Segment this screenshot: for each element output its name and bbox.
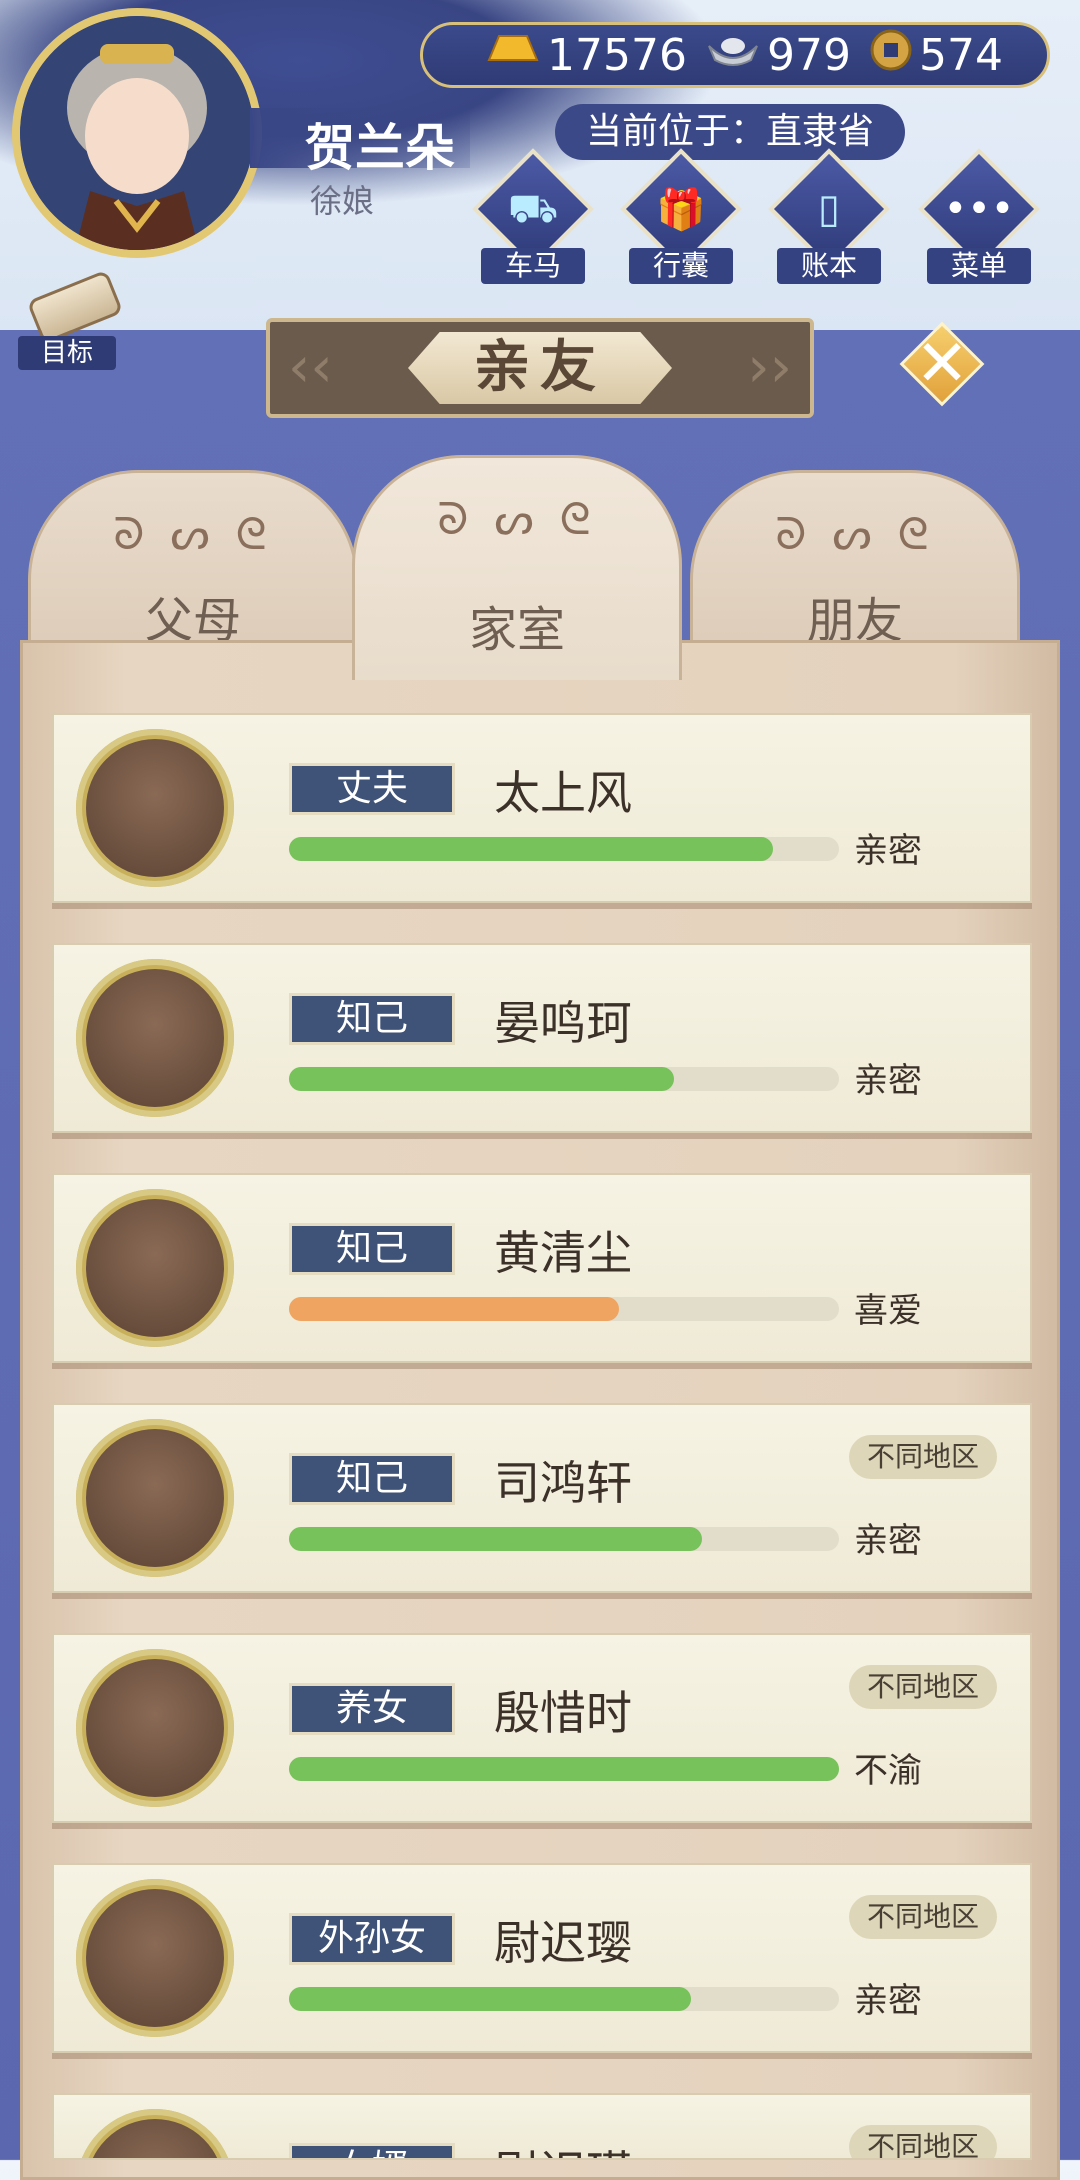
relation-badge: 外孙女 xyxy=(289,1913,455,1965)
affection-status: 亲密 xyxy=(854,1521,922,1561)
bundle-label: 行囊 xyxy=(629,248,733,284)
relation-badge: 知己 xyxy=(289,993,455,1045)
plaque-right-chevrons-icon: ›› xyxy=(747,335,792,400)
affection-status: 亲密 xyxy=(854,1981,922,2021)
avatar-frame xyxy=(76,1189,234,1347)
avatar xyxy=(86,1659,224,1797)
tab-ornament-icon: ᘐ ᔕ ᘓ xyxy=(775,509,935,560)
ledger-label: 账本 xyxy=(777,248,881,284)
goal-label: 目标 xyxy=(18,336,116,370)
panel-title: 亲友 xyxy=(408,332,672,404)
avatar xyxy=(86,739,224,877)
location-indicator: 当前位于：直隶省 xyxy=(555,104,905,160)
bundle-button[interactable]: 🎁 行囊 xyxy=(611,148,751,290)
affection-status: 喜爱 xyxy=(854,1291,922,1331)
relative-name: 黄清尘 xyxy=(494,1226,632,1280)
avatar-frame xyxy=(76,2109,234,2158)
plaque-left-chevrons-icon: ‹‹ xyxy=(288,335,333,400)
carriage-button[interactable]: ⛟ 车马 xyxy=(463,148,603,290)
relation-badge: 知己 xyxy=(289,1223,455,1275)
panel-title-plaque: ‹‹ 亲友 ›› xyxy=(266,318,814,418)
avatar xyxy=(86,1889,224,2027)
affection-bar-fill xyxy=(289,1067,674,1091)
close-button[interactable]: ✕ xyxy=(899,321,985,407)
player-portrait-image xyxy=(20,16,254,250)
tab-household-label: 家室 xyxy=(468,602,565,658)
player-title: 徐娘 xyxy=(310,182,375,220)
relative-name: 尉迟璎 xyxy=(494,1916,632,1970)
affection-bar xyxy=(289,1067,839,1091)
region-tag: 不同地区 xyxy=(849,1895,997,1939)
relative-card[interactable]: 养女 殷惜时 不同地区 不渝 xyxy=(52,1633,1032,1823)
gold-ingot-icon xyxy=(481,30,541,81)
menu-button[interactable]: ••• 菜单 xyxy=(909,148,1049,290)
affection-bar xyxy=(289,1987,839,2011)
silver-ingot-icon xyxy=(705,30,761,81)
avatar-frame xyxy=(76,1879,234,2037)
ledger-icon: ▯ xyxy=(817,186,840,232)
relation-badge: 养女 xyxy=(289,1683,455,1735)
carriage-icon: ⛟ xyxy=(507,186,559,232)
relative-card[interactable]: 知己 司鸿轩 不同地区 亲密 xyxy=(52,1403,1032,1593)
affection-bar-fill xyxy=(289,1987,691,2011)
affection-bar xyxy=(289,1527,839,1551)
avatar xyxy=(86,2119,224,2158)
affection-bar-fill xyxy=(289,1757,839,1781)
menu-dots-icon: ••• xyxy=(943,186,1015,232)
affection-bar xyxy=(289,837,839,861)
affection-bar xyxy=(289,1757,839,1781)
affection-bar-fill xyxy=(289,1527,702,1551)
avatar-frame xyxy=(76,1419,234,1577)
currency-bar: 17576 979 574 xyxy=(420,22,1050,88)
relative-card[interactable]: 女婿 尉迟瑾 不同地区 xyxy=(52,2093,1032,2160)
relation-badge: 女婿 xyxy=(289,2143,455,2158)
avatar xyxy=(86,1199,224,1337)
player-name: 贺兰朵 xyxy=(305,119,455,177)
gold-amount: 17576 xyxy=(547,29,687,81)
carriage-label: 车马 xyxy=(481,248,585,284)
affection-bar-fill xyxy=(289,1297,619,1321)
relative-name: 尉迟瑾 xyxy=(494,2137,632,2158)
relative-name: 司鸿轩 xyxy=(494,1456,632,1510)
avatar-frame xyxy=(76,1649,234,1807)
scroll-icon xyxy=(26,269,124,345)
gold-currency: 17576 xyxy=(481,30,687,81)
affection-bar-fill xyxy=(289,837,773,861)
player-portrait[interactable] xyxy=(12,8,262,258)
copper-coin-icon xyxy=(869,28,913,83)
tab-household[interactable]: ᘐ ᔕ ᘓ 家室 xyxy=(352,455,682,680)
relation-badge: 丈夫 xyxy=(289,763,455,815)
affection-status: 不渝 xyxy=(854,1751,922,1791)
tab-ornament-icon: ᘐ ᔕ ᘓ xyxy=(437,494,597,545)
bundle-icon: 🎁 xyxy=(656,187,706,233)
affection-status: 亲密 xyxy=(854,831,922,871)
relative-card[interactable]: 外孙女 尉迟璎 不同地区 亲密 xyxy=(52,1863,1032,2053)
affection-bar xyxy=(289,1297,839,1321)
relative-card[interactable]: 知己 晏鸣珂 亲密 xyxy=(52,943,1032,1133)
avatar-frame xyxy=(76,729,234,887)
tab-ornament-icon: ᘐ ᔕ ᘓ xyxy=(113,509,273,560)
relative-card[interactable]: 丈夫 太上风 亲密 xyxy=(52,713,1032,903)
region-tag: 不同地区 xyxy=(849,2125,997,2158)
relative-name: 殷惜时 xyxy=(494,1686,632,1740)
copper-currency: 574 xyxy=(869,28,1003,83)
close-icon: ✕ xyxy=(915,327,969,401)
ledger-button[interactable]: ▯ 账本 xyxy=(759,148,899,290)
silver-currency: 979 xyxy=(705,30,851,81)
region-tag: 不同地区 xyxy=(849,1665,997,1709)
relation-badge: 知己 xyxy=(289,1453,455,1505)
silver-amount: 979 xyxy=(766,29,851,81)
copper-amount: 574 xyxy=(918,29,1003,81)
avatar xyxy=(86,1429,224,1567)
relative-card[interactable]: 知己 黄清尘 喜爱 xyxy=(52,1173,1032,1363)
relative-name: 晏鸣珂 xyxy=(494,996,632,1050)
goal-button[interactable]: 目标 xyxy=(18,269,128,373)
region-tag: 不同地区 xyxy=(849,1435,997,1479)
menu-label: 菜单 xyxy=(927,248,1031,284)
avatar xyxy=(86,969,224,1107)
relative-name: 太上风 xyxy=(494,766,632,820)
avatar-frame xyxy=(76,959,234,1117)
affection-status: 亲密 xyxy=(854,1061,922,1101)
